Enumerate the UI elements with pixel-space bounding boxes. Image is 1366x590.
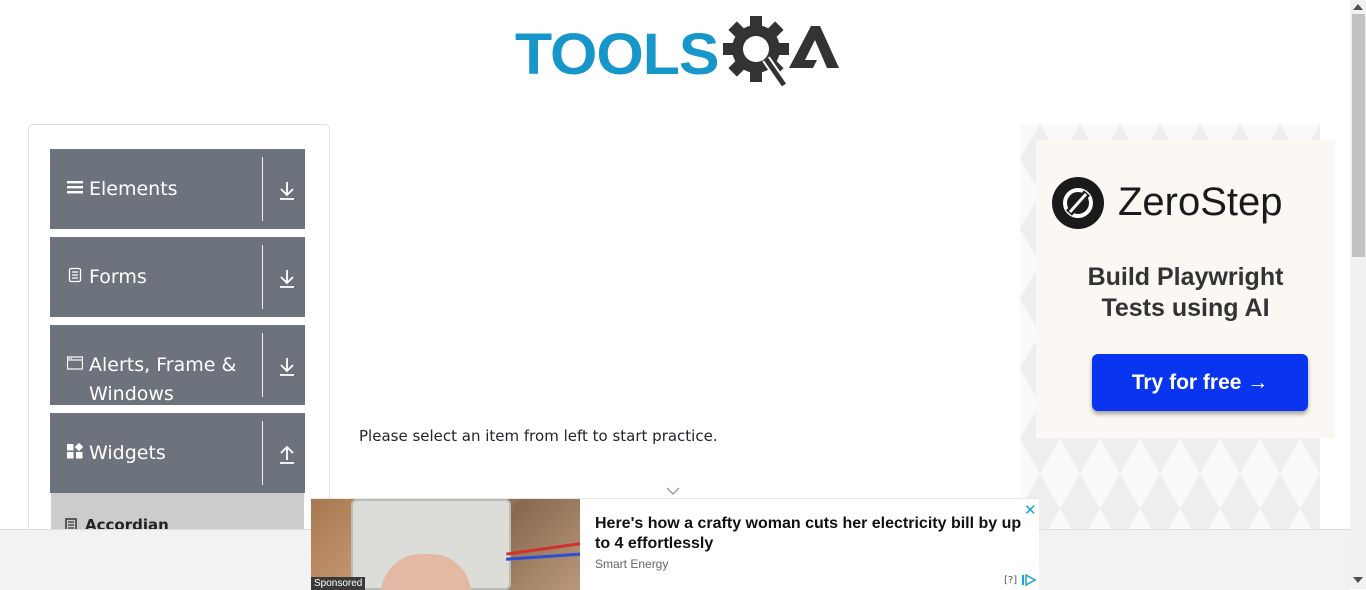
group-label: Widgets (89, 442, 166, 464)
divider (262, 245, 263, 309)
zerostep-ad[interactable]: ZeroStep Build Playwright Tests using AI… (1020, 124, 1335, 534)
download-arrow-icon[interactable] (278, 267, 296, 289)
try-for-free-button[interactable]: Try for free → (1092, 354, 1308, 411)
gear-magnifier-icon (723, 16, 839, 88)
zerostep-tagline: Build Playwright Tests using AI (1036, 262, 1335, 324)
tagline-line-2: Tests using AI (1101, 294, 1270, 322)
scrollbar-thumb[interactable] (1352, 14, 1365, 257)
divider (262, 421, 263, 485)
ad-help-link[interactable]: [?] (1004, 575, 1017, 586)
group-elements[interactable]: Elements (50, 149, 305, 229)
group-widgets[interactable]: Widgets (50, 413, 305, 493)
zerostep-logo-icon (1052, 177, 1104, 229)
close-icon[interactable]: ✕ (1024, 501, 1037, 519)
group-alerts-frame-windows[interactable]: Alerts, Frame & Windows (50, 325, 305, 405)
left-panel: Elements Forms Alerts, Frame & Windows W… (28, 124, 330, 553)
sponsored-label: Sponsored (311, 577, 366, 590)
divider (262, 157, 263, 221)
group-forms[interactable]: Forms (50, 237, 305, 317)
toolsqa-logo[interactable]: TOOLS (515, 16, 839, 90)
window-icon (67, 356, 83, 370)
group-label: Alerts, Frame & Windows (89, 354, 237, 405)
group-label: Elements (89, 178, 178, 200)
tagline-line-1: Build Playwright (1087, 263, 1284, 291)
download-arrow-icon[interactable] (278, 355, 296, 377)
zerostep-brand: ZeroStep (1118, 180, 1283, 224)
group-label: Forms (89, 266, 147, 288)
ad-source[interactable]: Smart Energy (595, 557, 668, 571)
logo-text: TOOLS (515, 22, 719, 87)
bottom-ad[interactable]: Sponsored Here's how a crafty woman cuts… (311, 498, 1039, 590)
scroll-down-arrow-icon[interactable] (1353, 577, 1363, 583)
ad-headline[interactable]: Here's how a crafty woman cuts her elect… (595, 514, 1035, 554)
download-arrow-icon[interactable] (278, 179, 296, 201)
adchoices-icon[interactable] (1021, 574, 1037, 586)
hamburger-icon (67, 181, 83, 194)
ad-image[interactable]: Sponsored (311, 499, 580, 590)
document-icon (68, 267, 82, 283)
divider (262, 333, 263, 397)
upload-arrow-icon[interactable] (278, 443, 296, 465)
zerostep-card: ZeroStep Build Playwright Tests using AI… (1036, 140, 1335, 438)
widgets-icon (67, 443, 83, 459)
scroll-up-arrow-icon[interactable] (1353, 4, 1363, 10)
practice-message: Please select an item from left to start… (359, 427, 718, 445)
chevron-down-icon[interactable] (666, 486, 680, 496)
